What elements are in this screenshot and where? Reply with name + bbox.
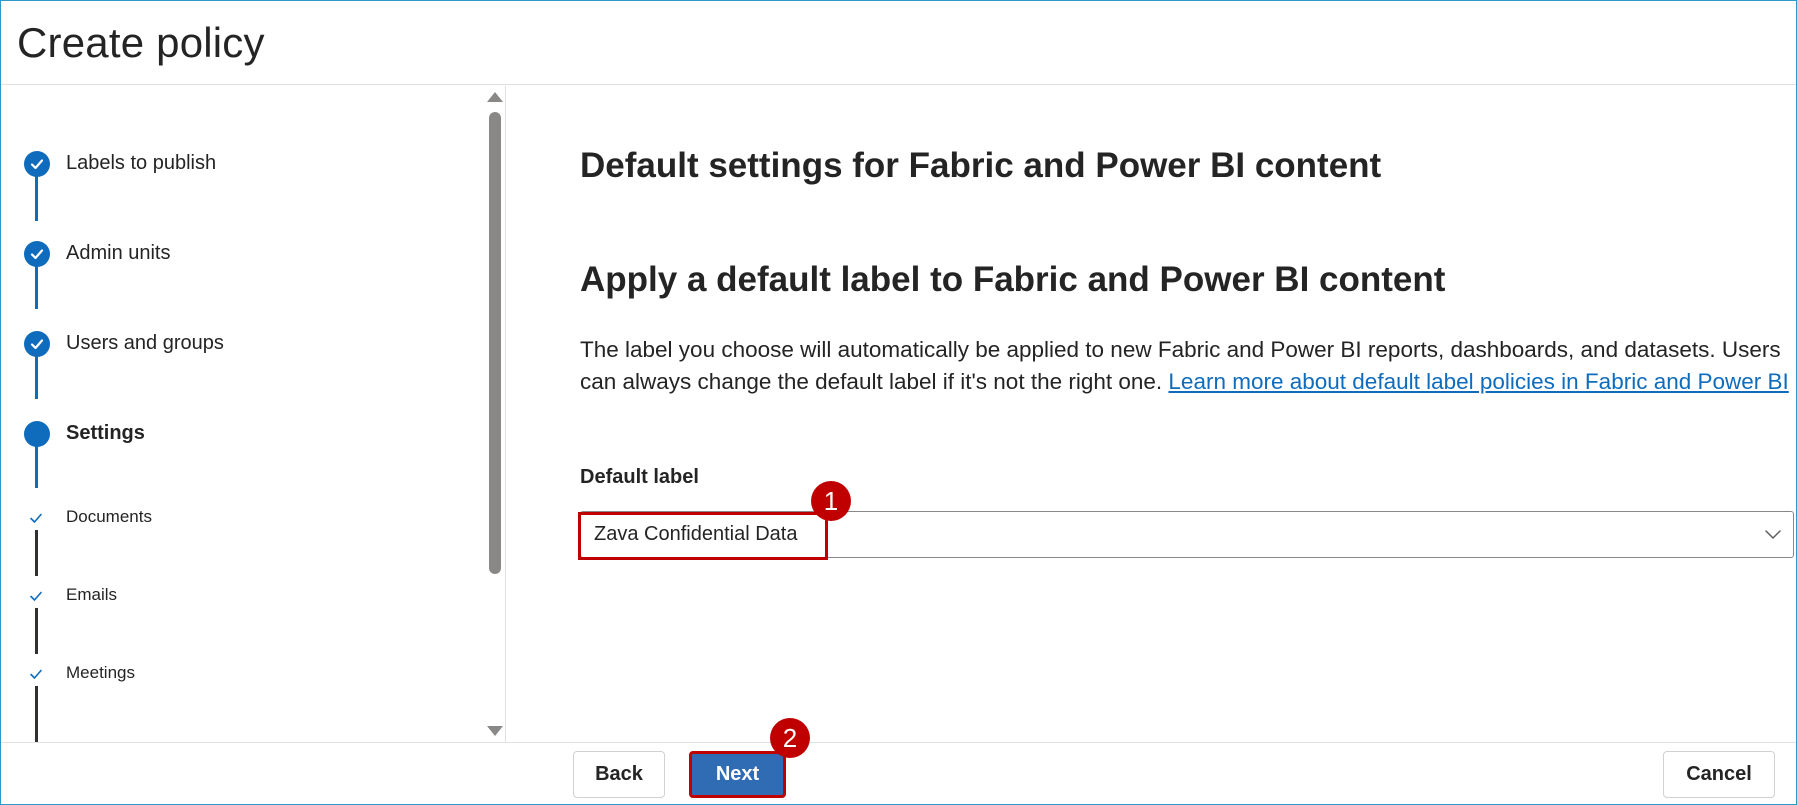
step-connector [35, 686, 38, 742]
scroll-up-arrow-icon[interactable] [487, 92, 503, 102]
annotation-badge-2: 2 [770, 718, 810, 758]
step-settings[interactable]: Settings [66, 422, 145, 445]
section-heading: Default settings for Fabric and Power BI… [580, 146, 1382, 185]
cancel-button[interactable]: Cancel [1663, 751, 1775, 798]
substep-documents[interactable]: Documents [66, 507, 152, 527]
stepper-scrollbar[interactable] [483, 86, 505, 742]
wizard-stepper: Labels to publish Admin units Users and … [1, 86, 506, 742]
chevron-down-icon [1765, 530, 1781, 539]
step-users-and-groups[interactable]: Users and groups [66, 332, 224, 355]
default-label-field-label: Default label [580, 466, 699, 488]
page-title: Create policy [17, 19, 265, 66]
step-current-dot-icon [24, 421, 50, 447]
step-completed-check-icon [24, 331, 50, 357]
main-content: Default settings for Fabric and Power BI… [506, 86, 1796, 742]
substep-check-icon [28, 510, 44, 526]
description: The label you choose will automatically … [580, 334, 1790, 398]
step-completed-check-icon [24, 241, 50, 267]
substep-check-icon [28, 588, 44, 604]
substep-emails[interactable]: Emails [66, 585, 117, 605]
dropdown-selected-value: Zava Confidential Data [594, 523, 798, 545]
step-connector [35, 608, 38, 654]
next-button[interactable]: Next [689, 751, 786, 798]
step-labels-to-publish[interactable]: Labels to publish [66, 152, 216, 175]
back-button[interactable]: Back [573, 751, 665, 798]
step-connector [35, 530, 38, 576]
title-bar: Create policy [1, 1, 1796, 85]
annotation-badge-1: 1 [811, 481, 851, 521]
step-admin-units[interactable]: Admin units [66, 242, 171, 265]
scroll-thumb[interactable] [489, 112, 501, 574]
substep-check-icon [28, 666, 44, 682]
scroll-down-arrow-icon[interactable] [487, 726, 503, 736]
default-label-dropdown[interactable]: Zava Confidential Data [580, 511, 1794, 558]
substep-meetings[interactable]: Meetings [66, 663, 135, 683]
learn-more-link[interactable]: Learn more about default label policies … [1168, 369, 1788, 394]
footer-bar: Back Next Cancel [1, 742, 1796, 804]
sub-heading: Apply a default label to Fabric and Powe… [580, 260, 1446, 299]
step-completed-check-icon [24, 151, 50, 177]
